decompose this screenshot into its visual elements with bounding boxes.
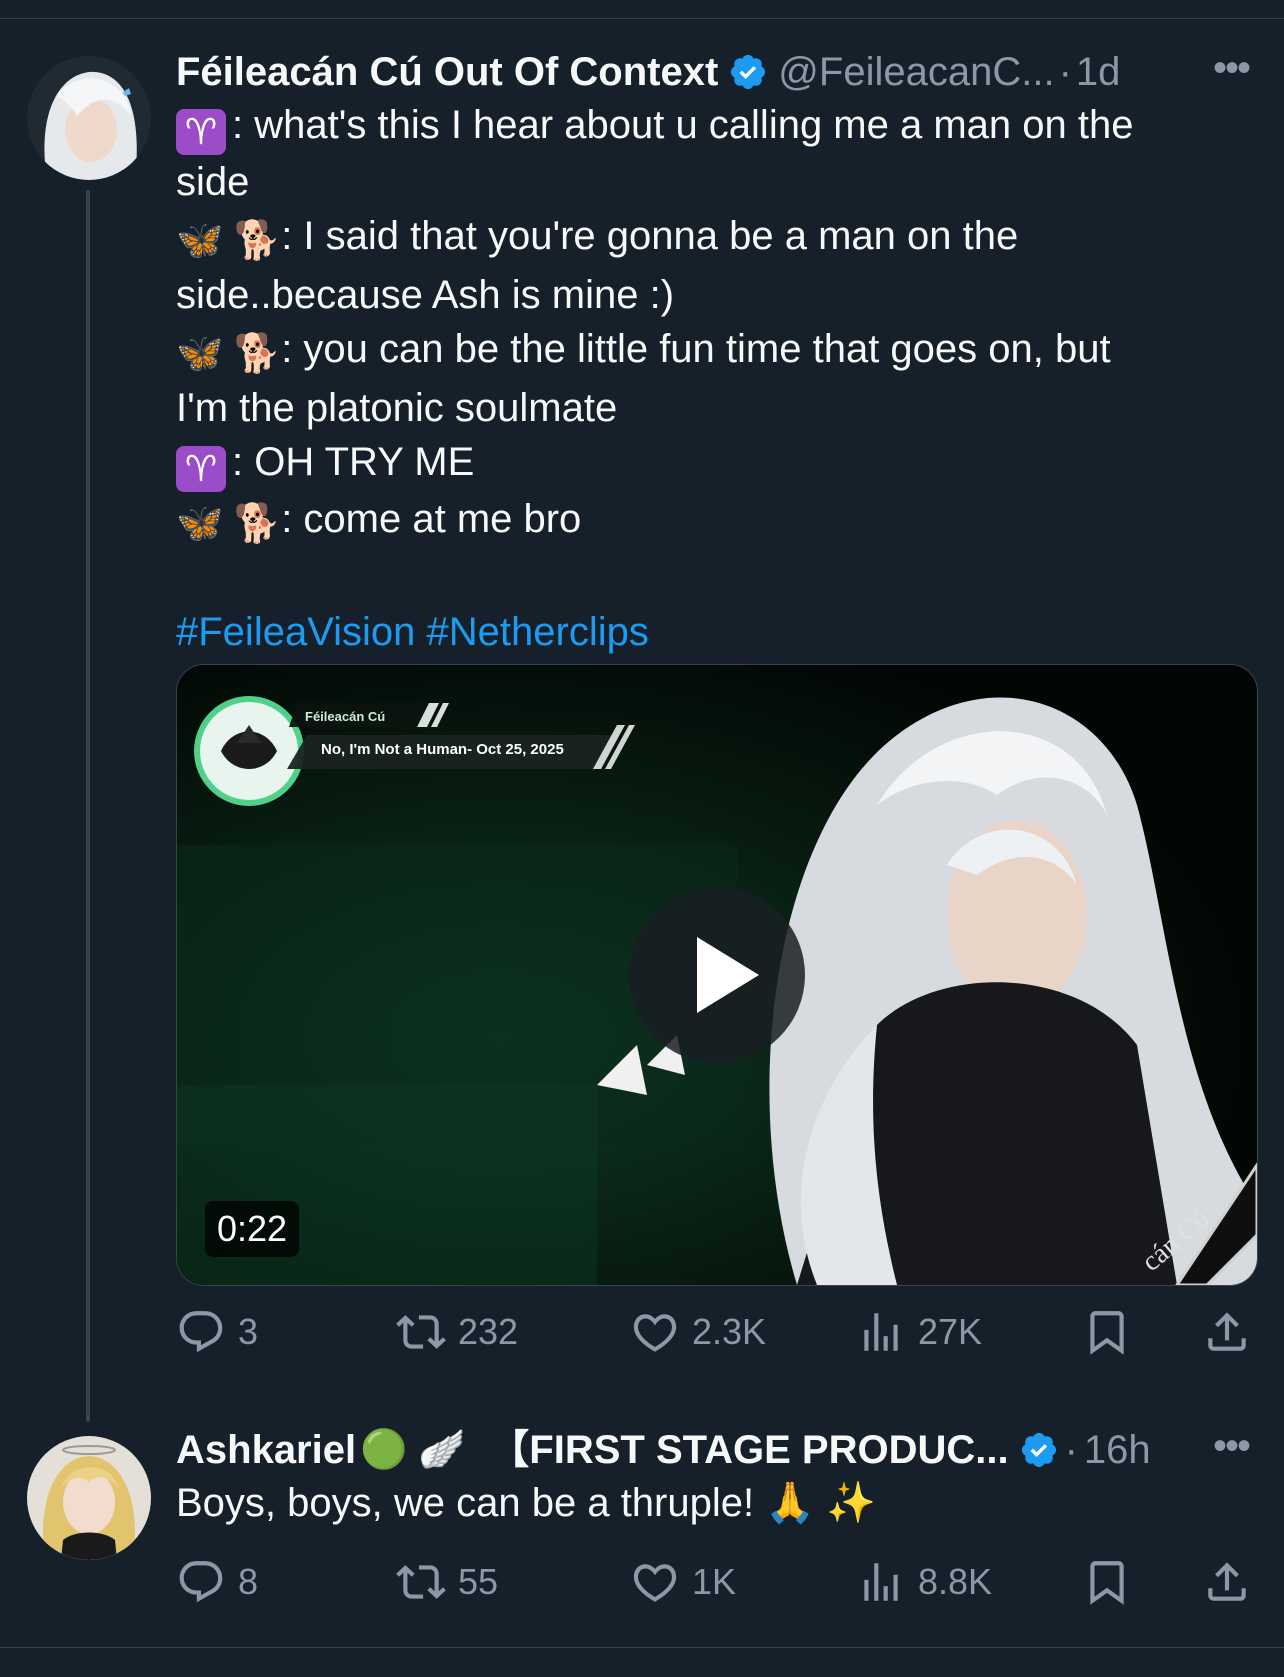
top-divider: [0, 18, 1284, 19]
text-line: Boys, boys, we can be a thruple! 🙏 ✨: [176, 1481, 876, 1525]
tweet-header: Ashkariel 🟢 🪽 【FIRST STAGE PRODUC... · 1…: [176, 1424, 1256, 1476]
text-segment: : come at me bro: [281, 497, 582, 541]
repost-icon: [396, 1565, 446, 1599]
text-segment: : I said that you're gonna be a man on t…: [281, 214, 1019, 258]
display-name-suffix[interactable]: 【FIRST STAGE PRODUC...: [489, 1424, 1008, 1476]
text-line: ♈: what's this I hear about u calling me…: [176, 98, 1256, 155]
butterfly-dog-emoji: 🦋 🐕: [176, 503, 282, 545]
reply-icon: [179, 1311, 223, 1353]
bookmark-button[interactable]: [1082, 1552, 1144, 1612]
repost-icon: [396, 1315, 446, 1349]
tweet-content: Ashkariel 🟢 🪽 【FIRST STAGE PRODUC... · 1…: [176, 1424, 1256, 1530]
text-line: 🦋 🐕: I said that you're gonna be a man o…: [176, 209, 1256, 268]
play-icon: [697, 937, 759, 1013]
timestamp[interactable]: 1d: [1076, 46, 1121, 98]
tweet-text: Boys, boys, we can be a thruple! 🙏 ✨: [176, 1476, 1256, 1530]
reply-icon: [179, 1561, 223, 1603]
bookmark-icon: [1090, 1311, 1124, 1355]
text-segment: : OH TRY ME: [232, 440, 475, 484]
text-line: side: [176, 160, 250, 204]
tweet-content: Féileacán Cú Out Of Context @FeileacanC.…: [176, 46, 1256, 659]
tweet-actions: 8 55 1K 8.8K: [176, 1552, 1256, 1612]
reply-button[interactable]: 3: [176, 1302, 258, 1362]
text-line: side..because Ash is mine :): [176, 273, 675, 317]
play-button[interactable]: [629, 887, 805, 1063]
views-button[interactable]: 27K: [856, 1302, 982, 1362]
video-player[interactable]: Féileacán Cú No, I'm Not a Human- Oct 25…: [176, 664, 1258, 1286]
like-count: 1K: [692, 1561, 737, 1602]
video-overlay-name: Féileacán Cú: [305, 709, 386, 724]
bottom-divider: [0, 1647, 1284, 1648]
reply-count: 3: [238, 1311, 259, 1352]
time-separator: ·: [1058, 50, 1072, 94]
like-button[interactable]: 2.3K: [630, 1302, 766, 1362]
like-icon: [633, 1564, 677, 1602]
aries-emoji: ♈: [176, 446, 226, 492]
text-line: I'm the platonic soulmate: [176, 386, 618, 430]
share-button[interactable]: [1202, 1552, 1264, 1612]
views-icon: [864, 1313, 898, 1351]
aries-emoji: ♈: [176, 109, 226, 155]
more-options-icon[interactable]: •••: [1206, 46, 1256, 98]
repost-button[interactable]: 232: [396, 1302, 518, 1362]
time-separator: ·: [1064, 1428, 1078, 1472]
text-line: 🦋 🐕: you can be the little fun time that…: [176, 322, 1256, 381]
like-button[interactable]: 1K: [630, 1552, 736, 1612]
reply-button[interactable]: 8: [176, 1552, 258, 1612]
avatar[interactable]: [27, 1436, 151, 1560]
verified-badge-icon: [731, 54, 766, 90]
tweet-header: Féileacán Cú Out Of Context @FeileacanC.…: [176, 46, 1256, 98]
text-segment: : you can be the little fun time that go…: [281, 327, 1111, 371]
share-icon: [1208, 1562, 1246, 1601]
reply-count: 8: [238, 1561, 259, 1602]
hashtags: #FeileaVision #Netherclips: [176, 605, 1256, 659]
verified-badge-icon: [1021, 1432, 1056, 1468]
repost-count: 232: [458, 1311, 519, 1352]
video-overlay-title: No, I'm Not a Human- Oct 25, 2025: [321, 741, 564, 758]
views-icon: [864, 1563, 898, 1601]
thread-line: [86, 190, 90, 1422]
tweet-text: ♈: what's this I hear about u calling me…: [176, 98, 1256, 659]
like-count: 2.3K: [692, 1311, 767, 1352]
handle[interactable]: @FeileacanC...: [778, 46, 1054, 98]
butterfly-dog-emoji: 🦋 🐕: [176, 333, 282, 375]
repost-count: 55: [458, 1561, 499, 1602]
video-duration: 0:22: [205, 1201, 300, 1257]
bookmark-icon: [1090, 1561, 1124, 1605]
display-name[interactable]: Féileacán Cú Out Of Context: [176, 46, 718, 98]
more-options-icon[interactable]: •••: [1206, 1424, 1256, 1476]
views-count: 27K: [918, 1311, 983, 1352]
avatar[interactable]: [27, 56, 151, 180]
repost-button[interactable]: 55: [396, 1552, 498, 1612]
hashtag-link[interactable]: #Netherclips: [427, 610, 649, 654]
butterfly-dog-emoji: 🦋 🐕: [176, 220, 282, 262]
hashtag-link[interactable]: #FeileaVision: [176, 610, 415, 654]
text-line: 🦋 🐕: come at me bro: [176, 492, 1256, 551]
like-icon: [633, 1314, 677, 1352]
share-button[interactable]: [1202, 1302, 1264, 1362]
display-name[interactable]: Ashkariel: [176, 1424, 356, 1476]
share-icon: [1208, 1312, 1246, 1351]
timestamp[interactable]: 16h: [1084, 1424, 1151, 1476]
views-count: 8.8K: [918, 1561, 993, 1602]
views-button[interactable]: 8.8K: [856, 1552, 992, 1612]
text-segment: : what's this I hear about u calling me …: [232, 103, 1134, 147]
text-line: ♈: OH TRY ME: [176, 435, 1256, 492]
name-emojis: 🟢 🪽: [360, 1429, 466, 1471]
tweet-actions: 3 232 2.3K 27K: [176, 1302, 1256, 1362]
bookmark-button[interactable]: [1082, 1302, 1144, 1362]
